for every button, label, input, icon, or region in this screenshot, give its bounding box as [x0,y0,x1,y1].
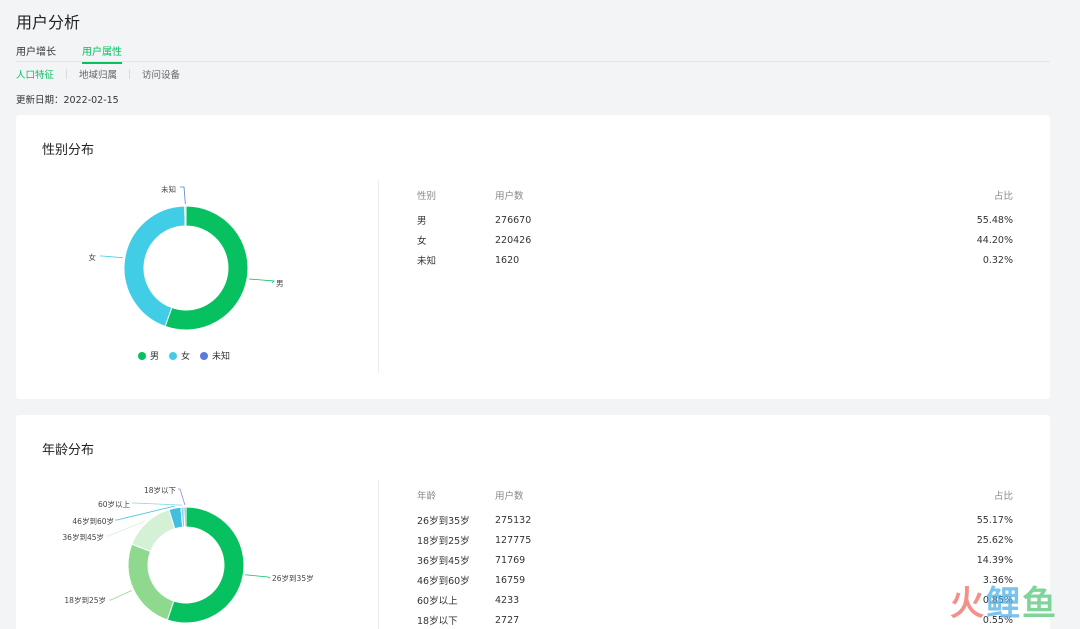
legend-item-female[interactable]: 女 [169,349,190,362]
cell-count: 4233 [495,594,520,606]
watermark-char: 火 [950,584,986,624]
watermark-logo: 火鲤鱼 [950,576,1058,625]
cell-name: 46岁到60岁 [417,576,470,587]
table-row: 未知 1620 0.32% [417,250,1013,270]
donut-label: 未知 [161,184,176,194]
cell-name: 女 [417,236,427,247]
col-header-gender: 性别 [417,191,437,202]
subtab-separator [66,69,68,79]
subtab-device[interactable]: 访问设备 [142,67,180,81]
table-header-row: 年龄 用户数 占比 [417,488,1013,510]
donut-slice-2[interactable] [131,508,176,553]
label-leader-line [245,574,271,579]
label-leader-line [100,255,123,259]
age-table: 年龄 用户数 占比 26岁到35岁 275132 55.17% 18岁到25岁 … [417,488,1013,629]
cell-count: 1620 [495,254,520,266]
subtab-separator [129,69,131,79]
label-leader-line [178,488,186,506]
gender-card: 性别分布 男女未知 男 女 未知 性别 用户数 占比 男 276670 55.4… [16,115,1050,399]
cell-count: 220426 [495,234,532,246]
label-leader-line [180,186,186,205]
update-date: 更新日期：2022-02-15 [16,92,119,106]
card-divider [378,180,379,373]
subtab-region[interactable]: 地域归属 [79,67,117,81]
age-donut-chart: 26岁到35岁 18岁到25岁 36岁到45岁 46岁到60岁 60岁以上 18岁以下 [62,485,314,624]
cell-name: 18岁以下 [417,616,458,627]
cell-name: 18岁到25岁 [417,536,470,547]
cell-pct: 55.17% [976,514,1013,526]
table-row: 46岁到60岁 16759 3.36% [417,570,1013,590]
donut-slice-2[interactable] [184,205,187,227]
legend-label: 女 [181,352,191,362]
cell-count: 16759 [495,574,526,586]
table-row: 18岁到25岁 127775 25.62% [417,530,1013,550]
label-leader-line [109,590,132,601]
gender-legend: 男 女 未知 [138,349,230,362]
cell-pct: 14.39% [976,554,1013,566]
legend-label: 男 [150,352,160,362]
table-header-row: 性别 用户数 占比 [417,188,1013,210]
col-header-users: 用户数 [495,191,524,202]
col-header-ratio: 占比 [993,491,1013,502]
cell-name: 未知 [417,256,437,267]
cell-count: 276670 [495,214,532,226]
col-header-age: 年龄 [417,491,437,502]
cell-name: 男 [417,216,427,227]
donut-label: 36岁到45岁 [62,532,104,542]
donut-slice-1[interactable] [127,543,175,621]
cell-pct: 0.32% [982,254,1013,266]
table-row: 男 276670 55.48% [417,210,1013,230]
cell-pct: 25.62% [976,534,1013,546]
legend-dot [169,351,178,360]
table-row: 女 220426 44.20% [417,230,1013,250]
age-card: 年龄分布 26岁到35岁 18岁到25岁 36岁到45岁 46岁到60岁 60岁以上 18… [16,415,1050,629]
cell-name: 60岁以上 [417,596,458,607]
cell-pct: 44.20% [976,234,1013,246]
gender-table: 性别 用户数 占比 男 276670 55.48% 女 220426 44.20… [417,188,1013,270]
page-title: 用户分析 [16,13,81,32]
tab-divider [16,61,1050,62]
card-divider [378,480,379,629]
cell-name: 26岁到35岁 [417,516,470,527]
table-row: 26岁到35岁 275132 55.17% [417,510,1013,530]
subtab-bar: 人口特征 地域归属 访问设备 [16,67,180,81]
table-row: 18岁以下 2727 0.55% [417,610,1013,629]
cell-count: 127775 [495,534,532,546]
col-header-ratio: 占比 [993,191,1013,202]
cell-count: 71769 [495,554,526,566]
subtab-demographics[interactable]: 人口特征 [16,67,54,81]
cell-name: 36岁到45岁 [417,556,470,567]
legend-item-unknown[interactable]: 未知 [200,349,230,362]
donut-label: 男 [276,279,284,288]
legend-dot [138,351,146,360]
update-date-label: 更新日期： [16,95,64,106]
donut-label: 18岁到25岁 [64,595,106,605]
donut-label: 女 [89,252,97,262]
legend-item-male[interactable]: 男 [138,349,159,362]
watermark-char: 鱼 [1022,584,1058,624]
cell-count: 2727 [495,614,520,626]
legend-label: 未知 [212,352,231,362]
col-header-users: 用户数 [495,491,524,502]
label-leader-line [132,502,183,506]
update-date-value: 2022-02-15 [63,95,119,106]
donut-label: 18岁以下 [144,485,177,495]
legend-dot [200,351,209,360]
table-row: 60岁以上 4233 0.85% [417,590,1013,610]
label-leader-line [249,278,275,284]
cell-pct: 55.48% [976,214,1013,226]
donut-slice-5[interactable] [183,506,187,528]
donut-label: 26岁到35岁 [272,573,314,583]
donut-label: 60岁以上 [98,499,131,509]
watermark-char: 鲤 [986,584,1022,624]
cell-count: 275132 [495,514,532,526]
table-row: 36岁到45岁 71769 14.39% [417,550,1013,570]
donut-label: 46岁到60岁 [72,516,114,526]
